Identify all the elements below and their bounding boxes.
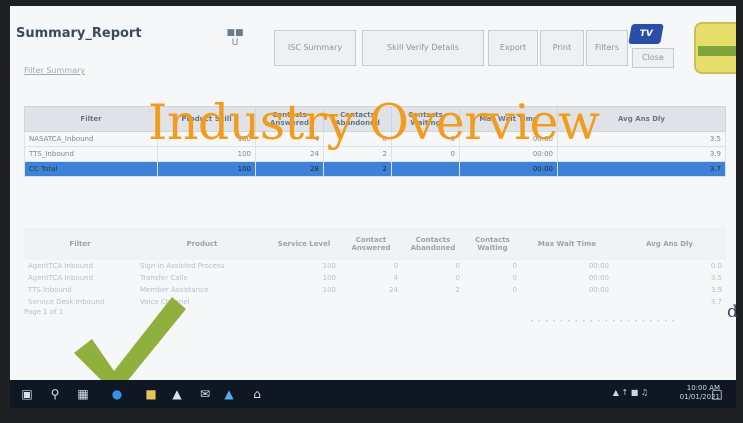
page-footer: Page 1 of 1 [24,308,64,316]
print-button[interactable]: Print [540,30,584,66]
cell: 100 [322,262,336,270]
cell [391,161,460,177]
cell: 28 [255,161,324,177]
cell: 0 [455,274,460,282]
isc-summary-button[interactable]: ISC Summary [274,30,356,66]
overlay-title: Industry Overview [148,94,600,151]
cell: 100 [322,286,336,294]
cell: TTS_Inbound [24,146,158,162]
cell [402,296,464,308]
column-header[interactable]: Service Level [268,228,340,260]
column-header[interactable]: Contact Answered [340,228,402,260]
cell: 2 [455,286,460,294]
cell: 3.7 [557,161,726,177]
store-icon[interactable]: ▲ [170,387,184,401]
table-header-row: Filter Product Service Level Contact Ans… [24,228,726,260]
cell: 0.0 [710,262,722,270]
page-dots: • • • • • • • • • • • • • • • • • • • • [530,318,677,325]
cell: 4 [393,274,398,282]
table-row[interactable]: AgentTCA Inbound Sign-in Assisted Proces… [24,260,726,272]
cell: CC Total [24,161,158,177]
table-row[interactable]: AgentTCA Inbound Transfer Calls 100 4 0 … [24,272,726,284]
cell: Transfer Calls [140,274,188,282]
cell: 0 [512,262,517,270]
cell: 24 [389,286,398,294]
cell: 0 [455,262,460,270]
stray-letter: d [727,302,738,322]
cell: 0 [512,274,517,282]
user-label: U [231,38,239,48]
cell: 3.7 [710,298,722,306]
filter-summary-link[interactable]: Filter Summary [24,66,85,75]
cell: Sign-in Assisted Process [140,262,225,270]
photos-icon[interactable]: ▲ [222,387,236,401]
taskbar: ▣ ⚲ ▦ ● ■ ▲ ✉ ▲ ⌂ ▲ ↑ ■ ♫ 10:00 AM 01/01… [10,380,736,408]
cell: 3.9 [710,286,722,294]
cell: NASATCA_Inbound [24,131,158,147]
badge-logo [694,22,736,74]
skill-verify-button[interactable]: Skill Verify Details [362,30,484,66]
file-explorer-icon[interactable]: ■ [144,387,158,401]
cell: 100 [157,161,256,177]
mail-icon[interactable]: ✉ [198,387,212,401]
cell [521,296,613,308]
cell: 00:00 [459,161,558,177]
windows-icon[interactable]: ▣ [20,387,34,401]
report-window: Summary_Report ■■ U ISC Summary Skill Ve… [10,6,736,402]
filters-button[interactable]: Filters [586,30,628,66]
column-header[interactable]: Filter [24,106,158,132]
cell [268,296,340,308]
cell: AgentTCA Inbound [28,274,94,282]
brand-logo: TV [628,24,664,44]
cell: 0 [512,286,517,294]
cell: 00:00 [588,286,609,294]
page-title: Summary_Report [16,26,142,41]
column-header[interactable]: Max Wait Time [521,228,613,260]
export-button[interactable]: Export [488,30,538,66]
cell: 00:00 [588,262,609,270]
column-header[interactable]: Product [136,228,268,260]
cell: 00:00 [588,274,609,282]
cell [340,296,402,308]
system-tray[interactable]: ▲ ↑ ■ ♫ [613,388,648,397]
cell: 100 [322,274,336,282]
edge-icon[interactable]: ● [110,387,124,401]
close-button[interactable]: Close [632,48,674,68]
user-avatar[interactable]: ■■ U [220,28,250,48]
total-row[interactable]: CC Total 100 28 2 00:00 3.7 [24,161,726,177]
cell: 0 [393,262,398,270]
cell: 3.5 [710,274,722,282]
cell [464,296,521,308]
column-header[interactable]: Contacts Waiting [464,228,521,260]
task-view-icon[interactable]: ▦ [76,387,90,401]
column-header[interactable]: Filter [24,228,136,260]
cell: AgentTCA Inbound [28,262,94,270]
search-icon[interactable]: ⚲ [48,387,62,401]
home-icon[interactable]: ⌂ [250,387,264,401]
user-icon: ■■ [226,28,244,38]
column-header[interactable]: Contacts Abandoned [402,228,464,260]
column-header[interactable]: Avg Ans Dly [613,228,726,260]
notification-icon[interactable]: □ [710,387,724,401]
cell: 2 [323,161,392,177]
